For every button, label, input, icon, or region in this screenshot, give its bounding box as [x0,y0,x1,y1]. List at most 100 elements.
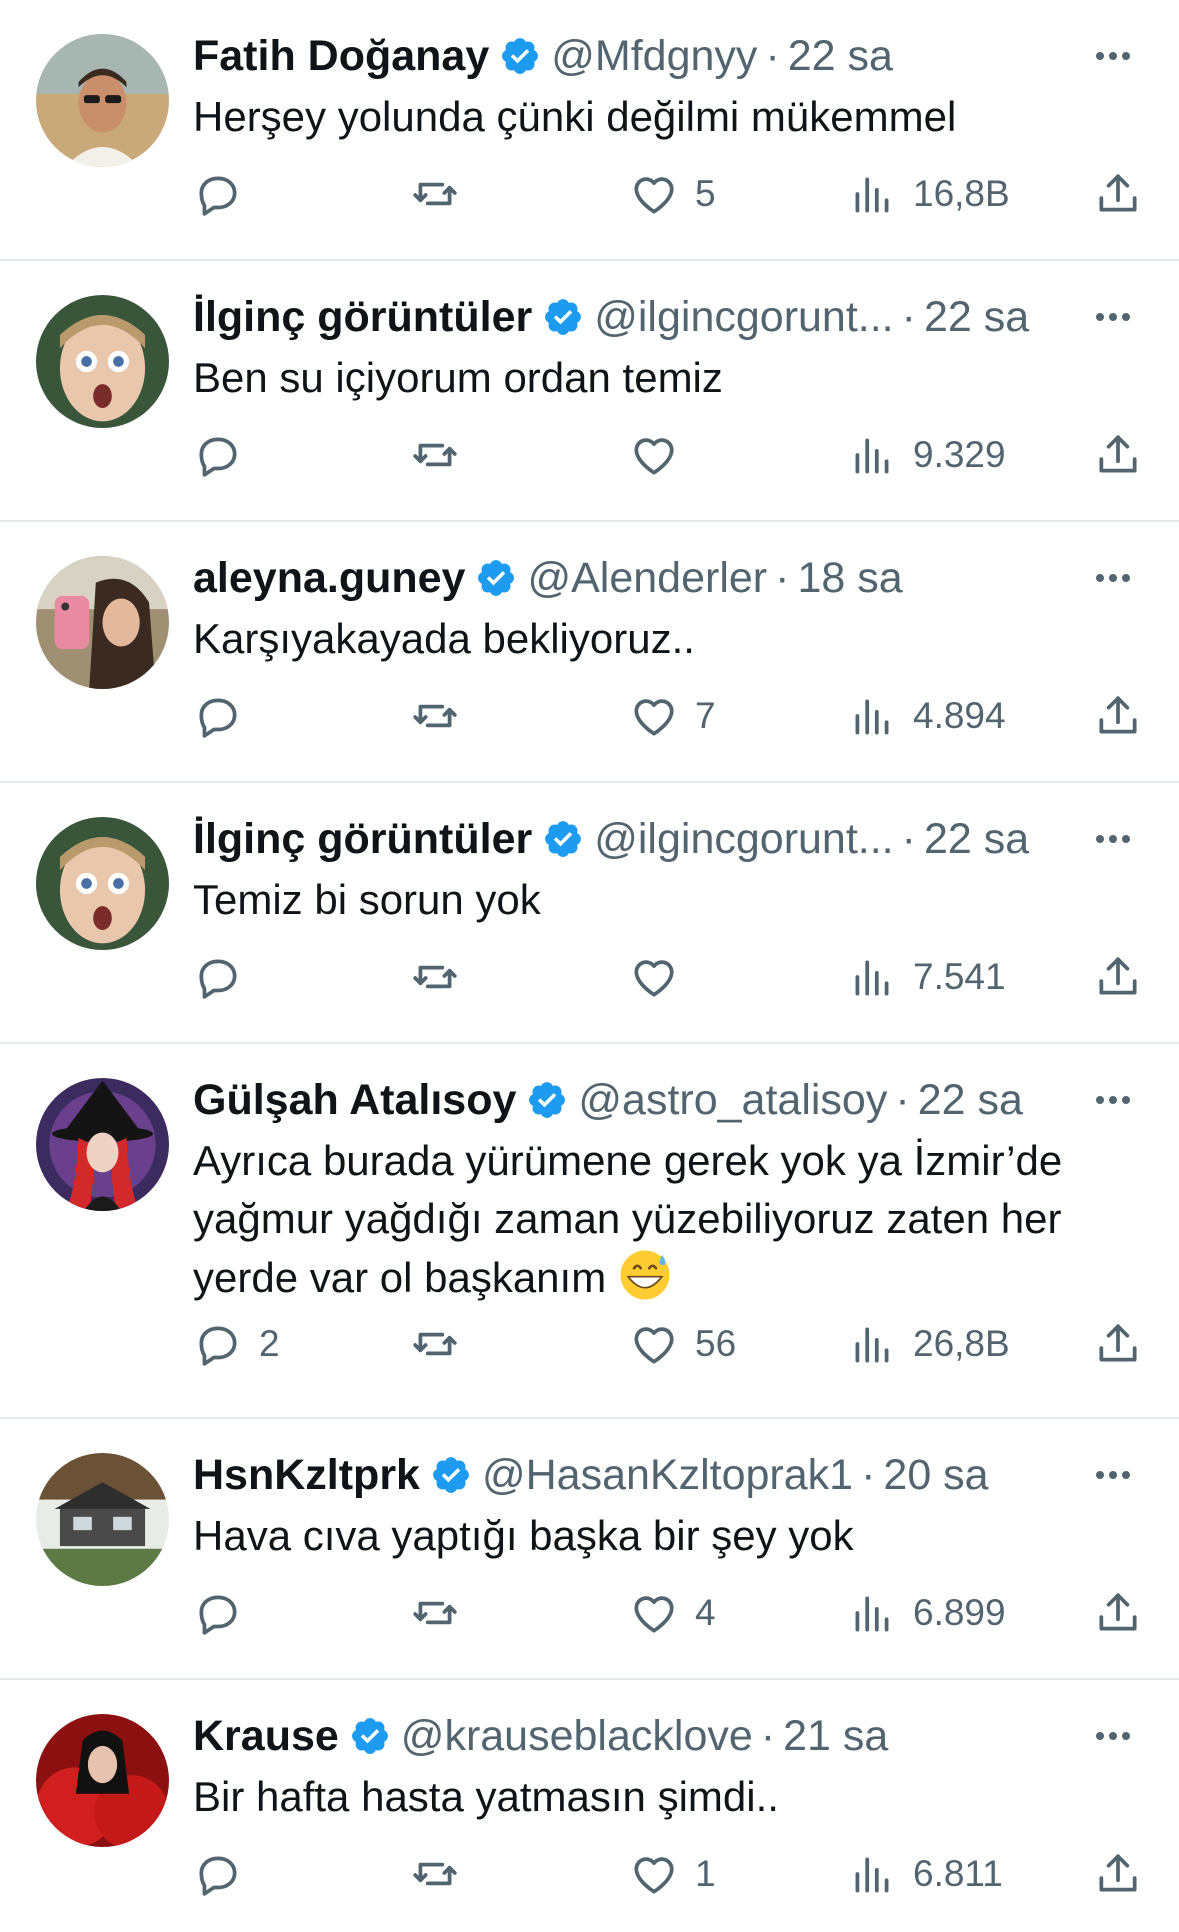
reply-button[interactable]: 2 [193,1314,280,1374]
reply-feed: Fatih Doğanay @Mfdgnyy · 22 sa Herşey yo… [0,0,1179,1931]
more-options-icon[interactable] [1083,1708,1143,1764]
handle[interactable]: @ilgincgorunt... [594,811,893,867]
more-options-icon[interactable] [1083,28,1143,84]
views-count: 6.811 [913,1853,1003,1894]
retweet-button[interactable] [410,425,460,485]
retweet-icon [413,1332,457,1356]
tweet[interactable]: Gülşah Atalısoy @astro_atalisoy · 22 sa … [0,1044,1179,1419]
more-options-icon[interactable] [1083,1072,1143,1128]
views-count: 6.899 [913,1592,1006,1633]
views-button[interactable]: 6.899 [847,1583,1006,1643]
like-button[interactable]: 56 [629,1314,736,1374]
retweet-button[interactable] [410,1844,460,1904]
display-name[interactable]: Krause [193,1708,339,1764]
handle[interactable]: @Alenderler [527,550,767,606]
timestamp[interactable]: 20 sa [883,1447,988,1503]
avatar[interactable] [36,34,169,167]
handle[interactable]: @Mfdgnyy [551,28,757,84]
like-button[interactable]: 1 [629,1844,716,1904]
tweet[interactable]: İlginç görüntüler @ilgincgorunt... · 22 … [0,783,1179,1044]
tweet[interactable]: HsnKzltprk @HasanKzltoprak1 · 20 sa Hava… [0,1419,1179,1680]
tweet[interactable]: İlginç görüntüler @ilgincgorunt... · 22 … [0,261,1179,522]
timestamp[interactable]: 22 sa [924,289,1029,345]
share-button[interactable] [1093,686,1143,746]
share-button[interactable] [1093,1844,1143,1904]
reply-button[interactable] [193,425,243,485]
more-options-icon[interactable] [1083,811,1143,867]
tweet-text: Ayrıca burada yürümene gerek yok ya İzmi… [193,1132,1143,1307]
tweet-header: İlginç görüntüler @ilgincgorunt... · 22 … [193,289,1143,345]
handle[interactable]: @ilgincgorunt... [594,289,893,345]
share-button[interactable] [1093,425,1143,485]
avatar[interactable] [36,1453,169,1586]
like-button[interactable] [629,425,679,485]
timestamp[interactable]: 22 sa [788,28,893,84]
like-count: 5 [695,173,716,214]
more-options-icon[interactable] [1083,550,1143,606]
retweet-button[interactable] [410,164,460,224]
display-name[interactable]: Gülşah Atalısoy [193,1072,516,1128]
tweet-text: Hava cıva yaptığı başka bir şey yok [193,1512,854,1559]
share-button[interactable] [1093,947,1143,1007]
avatar[interactable] [36,817,169,950]
display-name[interactable]: aleyna.guney [193,550,465,606]
views-button[interactable]: 26,8B [847,1314,1010,1374]
retweet-button[interactable] [410,686,460,746]
separator-dot: · [861,1451,876,1499]
display-name[interactable]: İlginç görüntüler [193,289,532,345]
analytics-icon [855,177,889,213]
display-name[interactable]: HsnKzltprk [193,1447,420,1503]
handle[interactable]: @HasanKzltoprak1 [482,1447,853,1503]
display-name[interactable]: Fatih Doğanay [193,28,489,84]
retweet-button[interactable] [410,1583,460,1643]
more-options-icon[interactable] [1083,1447,1143,1503]
avatar[interactable] [36,295,169,428]
retweet-button[interactable] [410,947,460,1007]
avatar[interactable] [36,1714,169,1847]
verified-badge-icon [502,38,539,74]
share-button[interactable] [1093,1314,1143,1374]
reply-button[interactable] [193,686,243,746]
tweet-text: Bir hafta hasta yatmasın şimdi.. [193,1773,779,1820]
tweet[interactable]: aleyna.guney @Alenderler · 18 sa Karşıya… [0,522,1179,783]
separator-dot: · [901,293,916,341]
tweet[interactable]: Krause @krauseblacklove · 21 sa Bir haft… [0,1680,1179,1931]
more-options-icon[interactable] [1083,289,1143,345]
views-button[interactable]: 7.541 [847,947,1006,1007]
retweet-icon [413,182,457,206]
timestamp[interactable]: 18 sa [797,550,902,606]
timestamp[interactable]: 22 sa [924,811,1029,867]
share-button[interactable] [1093,1583,1143,1643]
timestamp[interactable]: 22 sa [918,1072,1023,1128]
reply-button[interactable] [193,947,243,1007]
reply-icon [199,959,237,999]
action-bar: 4 6.899 [193,1583,1143,1643]
views-button[interactable]: 9.329 [847,425,1006,485]
avatar[interactable] [36,1078,169,1211]
handle[interactable]: @krauseblacklove [401,1708,753,1764]
analytics-icon [855,699,889,735]
display-name[interactable]: İlginç görüntüler [193,811,532,867]
share-icon [1099,1854,1137,1892]
analytics-icon [855,960,889,996]
reply-button[interactable] [193,1844,243,1904]
like-button[interactable] [629,947,679,1007]
share-button[interactable] [1093,164,1143,224]
retweet-button[interactable] [410,1314,460,1374]
like-button[interactable]: 4 [629,1583,716,1643]
views-button[interactable]: 4.894 [847,686,1006,746]
views-button[interactable]: 16,8B [847,164,1010,224]
handle[interactable]: @astro_atalisoy [578,1072,887,1128]
reply-button[interactable] [193,164,243,224]
like-button[interactable]: 7 [629,686,716,746]
tweet[interactable]: Fatih Doğanay @Mfdgnyy · 22 sa Herşey yo… [0,0,1179,261]
avatar[interactable] [36,556,169,689]
retweet-icon [413,704,457,728]
views-button[interactable]: 6.811 [847,1844,1003,1904]
reply-button[interactable] [193,1583,243,1643]
share-icon [1099,435,1137,473]
tweet-text: Temiz bi sorun yok [193,876,541,923]
timestamp[interactable]: 21 sa [783,1708,888,1764]
tweet-text: Herşey yolunda çünki değilmi mükemmel [193,93,957,140]
like-button[interactable]: 5 [629,164,716,224]
